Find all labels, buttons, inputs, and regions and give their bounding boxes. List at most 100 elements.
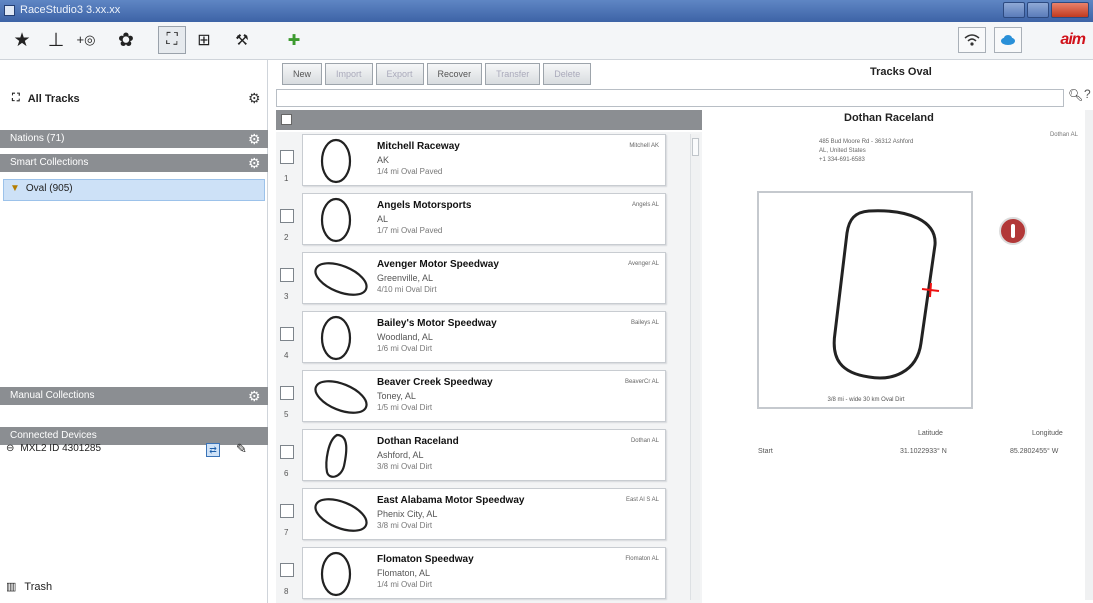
track-thumbnail — [320, 138, 352, 184]
plug-icon[interactable]: ✚ — [280, 26, 308, 54]
smart-collections-header[interactable]: Smart Collections — [0, 154, 268, 172]
track-row[interactable]: 3 Avenger Motor Speedway Greenville, AL 4/1… — [276, 250, 676, 308]
track-short-name: Avenger AL — [628, 261, 659, 267]
gear-icon[interactable]: ⚙ — [248, 388, 261, 405]
row-checkbox[interactable] — [280, 327, 294, 341]
select-all-checkbox[interactable] — [281, 114, 292, 125]
device-icon: ⊖ — [6, 443, 15, 454]
anchor-icon[interactable]: ⊥ — [42, 26, 70, 54]
search-icon[interactable]: 🔍︎ — [1068, 88, 1083, 102]
track-length: 1/5 mi Oval Dirt — [377, 403, 433, 412]
manual-collections-header[interactable]: Manual Collections — [0, 387, 268, 405]
track-length: 1/6 mi Oval Dirt — [377, 344, 433, 353]
track-map[interactable]: 3/8 mi - wide 30 km Oval Dirt — [757, 191, 1027, 409]
delete-button[interactable]: Delete — [543, 63, 592, 85]
star-icon[interactable]: ★ — [8, 26, 36, 54]
track-row[interactable]: 7 East Alabama Motor Speedway Phenix City,… — [276, 486, 676, 544]
track-card[interactable]: Dothan Raceland Ashford, AL 3/8 mi Oval Di… — [302, 429, 666, 481]
start-label: Start — [758, 448, 773, 455]
collection-item-oval[interactable]: ▼ Oval (905) — [3, 179, 265, 201]
detail-track-name: Dothan Raceland — [844, 112, 934, 124]
row-checkbox[interactable] — [280, 445, 294, 459]
track-thumbnail — [325, 433, 348, 478]
export-button[interactable]: Export — [375, 63, 424, 85]
track-card[interactable]: East Alabama Motor Speedway Phenix City, … — [302, 488, 666, 540]
manual-collections-label: Manual Collections — [10, 390, 95, 401]
compass-icon — [999, 217, 1027, 245]
app-icon — [4, 5, 15, 16]
window-controls — [1003, 2, 1089, 18]
gear-icon[interactable]: ⚙ — [248, 131, 261, 148]
nations-label: Nations (71) — [10, 133, 65, 144]
latitude-header: Latitude — [918, 430, 943, 437]
track-thumbnail — [314, 380, 368, 414]
track-row[interactable]: 5 Beaver Creek Speedway Toney, AL 1/5 mi Ov… — [276, 368, 676, 426]
row-checkbox[interactable] — [280, 504, 294, 518]
row-number: 2 — [284, 233, 289, 242]
gear-icon[interactable]: ✿ — [112, 26, 140, 54]
grid-icon[interactable]: ⊞ — [190, 26, 218, 54]
address-line-2: AL, United States — [819, 148, 866, 154]
track-row[interactable]: 4 Bailey's Motor Speedway Woodland, AL 1/6 … — [276, 309, 676, 367]
row-checkbox[interactable] — [280, 563, 294, 577]
transfer-button[interactable]: Transfer — [485, 63, 541, 85]
track-card[interactable]: Bailey's Motor Speedway Woodland, AL 1/6 m… — [302, 311, 666, 363]
window-title: RaceStudio3 3.xx.xx — [20, 4, 121, 16]
track-thumbnail — [314, 498, 368, 532]
wifi-icon[interactable] — [958, 27, 986, 53]
track-name: Angels Motorsports — [377, 200, 472, 211]
track-detail-panel: Dothan Raceland Dothan AL 485 Bud Moore … — [708, 108, 1088, 603]
gear-icon[interactable]: ⚙ — [248, 90, 261, 107]
track-card[interactable]: Angels Motorsports AL 1/7 mi Oval Paved Ang… — [302, 193, 666, 245]
track-length: 1/4 mi Oval Paved — [377, 167, 443, 176]
maximize-button[interactable] — [1027, 2, 1049, 18]
track-row[interactable]: 6 Dothan Raceland Ashford, AL 3/8 mi Oval D… — [276, 427, 676, 485]
recover-button[interactable]: Recover — [426, 63, 483, 85]
track-thumbnail — [320, 315, 352, 361]
track-card[interactable]: Beaver Creek Speedway Toney, AL 1/5 mi Ova… — [302, 370, 666, 422]
nations-header[interactable]: Nations (71) — [0, 130, 268, 148]
trash-item[interactable]: ▥ Trash — [6, 580, 52, 594]
track-thumbnail — [320, 551, 352, 597]
car-icon[interactable]: ⚒ — [228, 26, 256, 54]
cloud-icon[interactable] — [994, 27, 1022, 53]
new-button[interactable]: New — [282, 63, 323, 85]
row-checkbox[interactable] — [280, 150, 294, 164]
minimize-button[interactable] — [1003, 2, 1025, 18]
track-card[interactable]: Mitchell Raceway AK 1/4 mi Oval Paved Mitch… — [302, 134, 666, 186]
row-number: 4 — [284, 351, 289, 360]
smart-collections-label: Smart Collections — [10, 157, 89, 168]
list-scrollbar[interactable] — [690, 134, 700, 600]
all-tracks-item[interactable]: ⛶ All Tracks — [12, 92, 80, 105]
track-row[interactable]: 8 Flomaton Speedway Flomaton, AL 1/4 mi Ova… — [276, 545, 676, 603]
help-icon[interactable]: ? — [1084, 87, 1091, 101]
row-number: 1 — [284, 174, 289, 183]
close-button[interactable] — [1051, 2, 1089, 18]
row-checkbox[interactable] — [280, 268, 294, 282]
detail-address: 485 Bud Moore Rd - 36312 Ashford AL, Uni… — [819, 138, 913, 165]
transfer-icon[interactable]: ⇄ — [206, 443, 220, 457]
track-row[interactable]: 1 Mitchell Raceway AK 1/4 mi Oval Paved Mitc… — [276, 132, 676, 190]
track-short-name: Baileys AL — [630, 320, 659, 326]
track-length: 3/8 mi Oval Dirt — [377, 462, 433, 471]
row-checkbox[interactable] — [280, 209, 294, 223]
detail-scrollbar[interactable] — [1085, 110, 1093, 600]
add-icon[interactable]: +◎ — [72, 26, 100, 54]
track-icon[interactable]: ⛶ — [158, 26, 186, 54]
gear-icon[interactable]: ⚙ — [248, 155, 261, 172]
search-input[interactable] — [276, 89, 1064, 107]
phone-number: +1 334-691-6583 — [819, 157, 865, 163]
track-thumbnail — [320, 197, 352, 243]
row-checkbox[interactable] — [280, 386, 294, 400]
device-item[interactable]: ⊖ MXL2 ID 4301285 — [6, 443, 101, 454]
map-caption: 3/8 mi - wide 30 km Oval Dirt — [827, 397, 905, 403]
list-toolbar: New Import Export Recover Transfer Delet… — [282, 63, 592, 85]
tag-icon[interactable]: ✎ — [236, 441, 247, 457]
track-card[interactable]: Flomaton Speedway Flomaton, AL 1/4 mi Oval… — [302, 547, 666, 599]
track-name: Dothan Raceland — [377, 436, 459, 447]
import-button[interactable]: Import — [325, 63, 373, 85]
track-row[interactable]: 2 Angels Motorsports AL 1/7 mi Oval Paved An… — [276, 191, 676, 249]
track-card[interactable]: Avenger Motor Speedway Greenville, AL 4/10… — [302, 252, 666, 304]
scroll-thumb[interactable] — [692, 138, 699, 156]
track-name: Mitchell Raceway — [377, 141, 460, 152]
